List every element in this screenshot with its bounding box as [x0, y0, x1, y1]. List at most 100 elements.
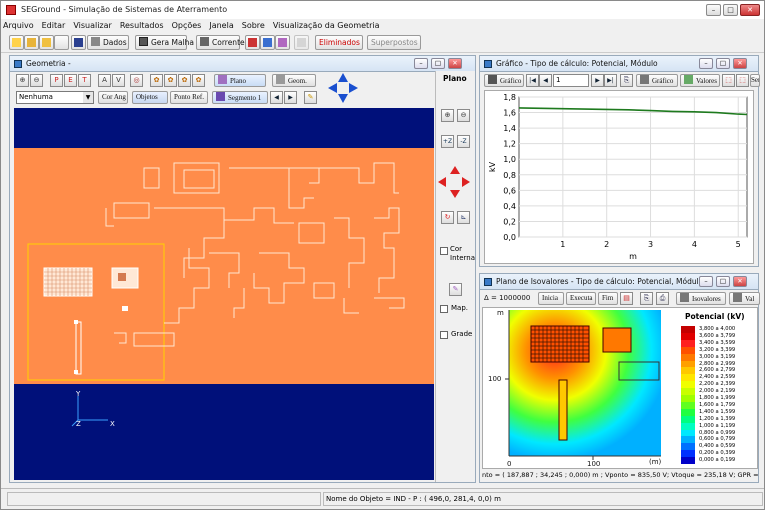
maximize-icon[interactable]: □: [723, 4, 738, 16]
letter-p-button[interactable]: P: [50, 74, 63, 87]
print-icon[interactable]: ⎙: [656, 292, 669, 305]
brush-icon[interactable]: ✎: [449, 283, 462, 296]
open-folder-icon[interactable]: [24, 35, 39, 50]
pan-down-icon[interactable]: [338, 94, 348, 103]
geometry-title: Geometria -: [26, 59, 71, 68]
minimize-icon[interactable]: –: [699, 276, 713, 287]
zoom-in-icon[interactable]: ⊕: [16, 74, 29, 87]
move-up-icon[interactable]: [450, 166, 460, 174]
copy-icon[interactable]: ⎘: [620, 74, 633, 87]
open-recent-icon[interactable]: [39, 35, 54, 50]
sem-button[interactable]: Sem: [750, 74, 760, 87]
pencil-icon[interactable]: ✎: [304, 91, 317, 104]
dados-button[interactable]: Dados: [87, 35, 129, 50]
zoom-minus-z-button[interactable]: -Z: [457, 135, 470, 148]
menu-visualizacao-geometria[interactable]: Visualização da Geometria: [273, 19, 380, 33]
close-icon[interactable]: ✕: [740, 4, 760, 16]
valores-button[interactable]: Valores: [680, 74, 720, 87]
last-page-icon[interactable]: ▶|: [604, 74, 617, 87]
rotate-icon[interactable]: ↻: [441, 211, 454, 224]
zoom-out-icon[interactable]: ⊖: [457, 109, 470, 122]
page-input[interactable]: 1: [553, 74, 589, 87]
zoom-in-icon[interactable]: ⊕: [441, 109, 454, 122]
maximize-icon[interactable]: □: [431, 58, 445, 69]
pan-left-icon[interactable]: [328, 83, 337, 93]
menu-visualizar[interactable]: Visualizar: [73, 19, 112, 33]
graph-icon[interactable]: [260, 35, 275, 50]
letter-e-button[interactable]: E: [64, 74, 77, 87]
close-icon[interactable]: ✕: [733, 276, 747, 287]
minimize-icon[interactable]: –: [699, 58, 713, 69]
move-right-icon[interactable]: [462, 177, 470, 187]
target-icon[interactable]: ◎: [130, 74, 143, 87]
move-down-icon[interactable]: [450, 190, 460, 198]
gera-malha-button[interactable]: Gera Malha: [135, 35, 194, 50]
geom-button[interactable]: Geom.: [272, 74, 316, 87]
menu-arquivo[interactable]: Arquivo: [3, 19, 34, 33]
grafico-toggle-button[interactable]: Gráfico: [484, 74, 524, 87]
move-left-icon[interactable]: [438, 177, 446, 187]
layer-select[interactable]: Nenhuma ▼: [16, 91, 94, 104]
letter-t-button[interactable]: T: [78, 74, 91, 87]
report-icon[interactable]: [245, 35, 260, 50]
val-button[interactable]: Val: [729, 292, 760, 305]
cor-ang-button[interactable]: Cor Ang: [98, 91, 128, 104]
fim-button[interactable]: Fim: [598, 292, 618, 305]
letter-v-button[interactable]: V: [112, 74, 125, 87]
menu-sobre[interactable]: Sobre: [242, 19, 265, 33]
map-checkbox[interactable]: [440, 305, 448, 313]
color-wheel-1-icon[interactable]: ✿: [150, 74, 163, 87]
isovalues-plot[interactable]: m 100 0 100 (m) Potencial (kV) 3,800 a 4…: [482, 307, 758, 469]
pan-right-icon[interactable]: [349, 83, 358, 93]
maximize-icon[interactable]: □: [716, 58, 730, 69]
delta-input[interactable]: Δ = 1000000: [484, 294, 530, 302]
superpostos-button[interactable]: Superpostos: [367, 35, 421, 50]
plano-button[interactable]: Plano: [214, 74, 266, 87]
cor-interna-checkbox[interactable]: [440, 247, 448, 255]
blank-icon[interactable]: [54, 35, 69, 50]
axes-icon[interactable]: ⊾: [457, 211, 470, 224]
ponto-ref-button[interactable]: Ponto Ref.: [170, 91, 208, 104]
zoom-plus-z-button[interactable]: +Z: [441, 135, 454, 148]
menu-resultados[interactable]: Resultados: [120, 19, 164, 33]
color-wheel-3-icon[interactable]: ✿: [178, 74, 191, 87]
check-icon[interactable]: [294, 35, 309, 50]
copy-icon[interactable]: ⎘: [640, 292, 653, 305]
color-wheel-4-icon[interactable]: ✿: [192, 74, 205, 87]
menu-janela[interactable]: Janela: [209, 19, 233, 33]
letter-a-button[interactable]: A: [98, 74, 111, 87]
zoom-out-icon[interactable]: ⊖: [30, 74, 43, 87]
inicia-button[interactable]: Inicia: [538, 292, 564, 305]
color-wheel-2-icon[interactable]: ✿: [164, 74, 177, 87]
executa-button[interactable]: Executa: [566, 292, 596, 305]
menu-editar[interactable]: Editar: [42, 19, 66, 33]
next-segment-icon[interactable]: ▶: [284, 91, 297, 104]
chevron-down-icon[interactable]: ▼: [83, 92, 93, 103]
segmento-button[interactable]: Segmento 1: [212, 91, 268, 104]
minimize-icon[interactable]: –: [414, 58, 428, 69]
save-icon[interactable]: [71, 35, 86, 50]
prev-segment-icon[interactable]: ◀: [270, 91, 283, 104]
palette-icon[interactable]: ▤: [620, 292, 633, 305]
next-page-icon[interactable]: ▶: [591, 74, 604, 87]
first-page-icon[interactable]: |◀: [526, 74, 539, 87]
menu-opcoes[interactable]: Opções: [172, 19, 202, 33]
pan-arrows[interactable]: [328, 73, 358, 103]
export-1-icon[interactable]: ⬚: [722, 74, 735, 87]
new-file-icon[interactable]: [9, 35, 24, 50]
grade-checkbox[interactable]: [440, 331, 448, 339]
close-icon[interactable]: ✕: [448, 58, 462, 69]
close-icon[interactable]: ✕: [733, 58, 747, 69]
isovalores-button[interactable]: Isovalores: [676, 292, 726, 305]
correntes-button[interactable]: Correntes: [196, 35, 249, 50]
maximize-icon[interactable]: □: [716, 276, 730, 287]
prev-page-icon[interactable]: ◀: [539, 74, 552, 87]
geometry-canvas[interactable]: Y X Z: [14, 108, 434, 480]
export-2-icon[interactable]: ⬚: [736, 74, 749, 87]
eliminados-button[interactable]: Eliminados: [315, 35, 363, 50]
minimize-icon[interactable]: –: [706, 4, 721, 16]
objetos-button[interactable]: Objetos: [132, 91, 168, 104]
grafico-button[interactable]: Gráfico: [636, 74, 678, 87]
pencil-icon[interactable]: [275, 35, 290, 50]
pan-up-icon[interactable]: [338, 73, 348, 82]
